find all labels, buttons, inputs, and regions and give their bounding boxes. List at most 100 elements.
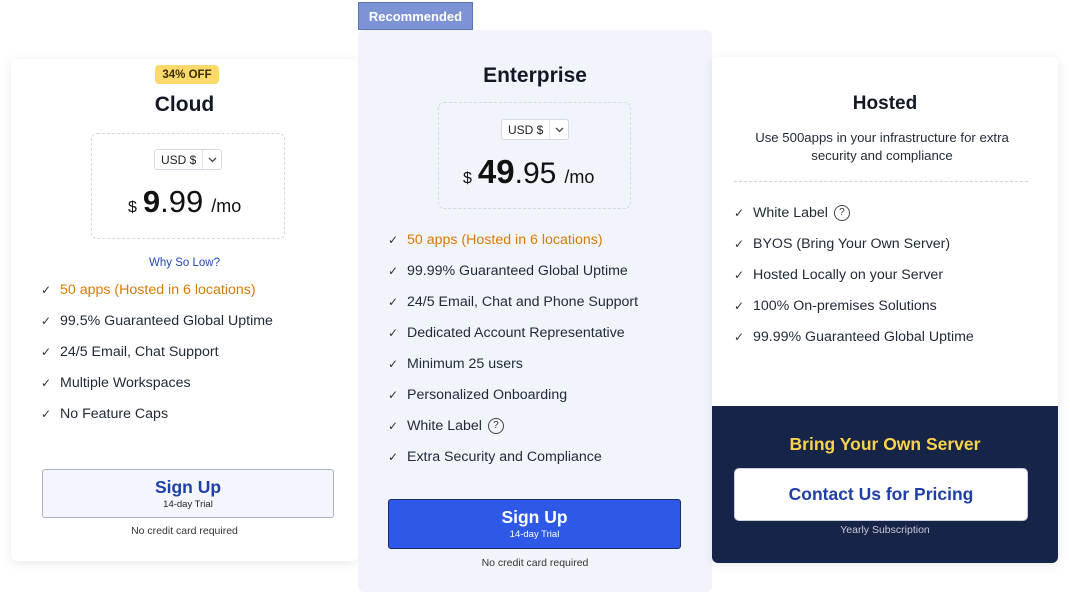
price-cents: .95 <box>514 157 557 190</box>
check-icon: ✓ <box>388 325 399 340</box>
check-icon: ✓ <box>734 298 745 313</box>
price-cloud: $ 9.99 /mo <box>128 184 241 220</box>
feature-label: Extra Security and Compliance <box>407 448 602 465</box>
price-period: /mo <box>211 196 242 216</box>
list-item: ✓ Minimum 25 users <box>388 348 638 379</box>
check-icon: ✓ <box>41 375 52 390</box>
feature-label: 99.99% Guaranteed Global Uptime <box>753 328 974 345</box>
byos-panel: Bring Your Own Server Contact Us for Pri… <box>712 406 1058 563</box>
check-icon: ✓ <box>388 263 399 278</box>
check-icon: ✓ <box>734 267 745 282</box>
plan-title-cloud: Cloud <box>154 93 215 116</box>
list-item: ✓ Extra Security and Compliance <box>388 441 638 472</box>
trial-label: 14-day Trial <box>163 498 213 510</box>
check-icon: ✓ <box>734 329 745 344</box>
check-icon: ✓ <box>41 344 52 359</box>
list-item: ✓ 99.99% Guaranteed Global Uptime <box>388 255 638 286</box>
list-item: ✓ 50 apps (Hosted in 6 locations) <box>41 274 273 305</box>
sign-up-button-cloud[interactable]: Sign Up 14-day Trial <box>42 469 334 518</box>
plan-title-enterprise: Enterprise <box>483 64 587 87</box>
trial-label: 14-day Trial <box>509 529 560 540</box>
check-icon: ✓ <box>388 356 399 371</box>
contact-us-button[interactable]: Contact Us for Pricing <box>734 468 1028 521</box>
chevron-down-icon <box>203 150 221 169</box>
feature-label: Hosted Locally on your Server <box>753 266 944 283</box>
currency-select-enterprise[interactable]: USD $ <box>501 119 570 140</box>
feature-label: Personalized Onboarding <box>407 386 568 403</box>
check-icon: ✓ <box>41 313 52 328</box>
feature-label: 24/5 Email, Chat and Phone Support <box>407 293 639 310</box>
list-item: ✓ 99.5% Guaranteed Global Uptime <box>41 305 273 336</box>
feature-label: No Feature Caps <box>60 405 169 422</box>
list-item: ✓ White Label? <box>734 197 974 228</box>
list-item: ✓ Dedicated Account Representative <box>388 317 638 348</box>
price-cents: .99 <box>160 184 204 219</box>
price-period: /mo <box>564 167 595 187</box>
list-item: ✓ Personalized Onboarding <box>388 379 638 410</box>
feature-label: Minimum 25 users <box>407 355 523 372</box>
check-icon: ✓ <box>41 406 52 421</box>
list-item: ✓ 99.99% Guaranteed Global Uptime <box>734 321 974 352</box>
list-item: ✓ BYOS (Bring Your Own Server) <box>734 228 974 259</box>
list-item: ✓ White Label? <box>388 410 638 441</box>
recommended-badge: Recommended <box>358 2 473 30</box>
sign-up-button-enterprise[interactable]: Sign Up 14-day Trial <box>388 499 681 549</box>
enterprise-plan-card: Enterprise USD $ $ 49.95 /mo ✓ 50 apps (H… <box>358 30 712 592</box>
question-circle-icon[interactable]: ? <box>833 204 850 221</box>
check-icon: ✓ <box>41 282 52 297</box>
feature-label: 99.5% Guaranteed Global Uptime <box>60 312 273 329</box>
check-icon: ✓ <box>734 205 745 220</box>
list-item: ✓ Hosted Locally on your Server <box>734 259 974 290</box>
price-integer: 9 <box>142 184 161 219</box>
divider <box>734 181 1028 182</box>
byos-title: Bring Your Own Server <box>789 434 981 454</box>
list-item: ✓ 24/5 Email, Chat Support <box>41 336 273 367</box>
check-icon: ✓ <box>388 294 399 309</box>
no-credit-card-note: No credit card required <box>131 525 238 537</box>
hosted-plan-card: Hosted Use 500apps in your infrastructur… <box>712 57 1058 563</box>
price-box-cloud: USD $ $ 9.99 /mo <box>91 133 285 239</box>
feature-list-hosted: ✓ White Label? ✓ BYOS (Bring Your Own Serv… <box>734 197 974 352</box>
feature-list-cloud: ✓ 50 apps (Hosted in 6 locations) ✓ 99.5% … <box>41 274 273 429</box>
currency-select-cloud[interactable]: USD $ <box>154 149 223 170</box>
sign-up-label: Sign Up <box>154 476 222 497</box>
price-box-enterprise: USD $ $ 49.95 /mo <box>438 102 631 209</box>
plan-title-hosted: Hosted <box>852 93 918 114</box>
list-item: ✓ 24/5 Email, Chat and Phone Support <box>388 286 638 317</box>
price-integer: 49 <box>477 153 515 190</box>
feature-label: 24/5 Email, Chat Support <box>60 343 219 360</box>
list-item: ✓ 50 apps (Hosted in 6 locations) <box>388 224 638 255</box>
question-circle-icon[interactable]: ? <box>487 417 504 434</box>
feature-label: 50 apps (Hosted in 6 locations) <box>407 231 603 248</box>
no-credit-card-note: No credit card required <box>481 557 589 569</box>
price-currency-symbol: $ <box>463 170 472 187</box>
check-icon: ✓ <box>388 418 399 433</box>
check-icon: ✓ <box>388 387 399 402</box>
sign-up-label: Sign Up <box>501 507 568 527</box>
feature-label: 99.99% Guaranteed Global Uptime <box>407 262 628 279</box>
feature-label: 50 apps (Hosted in 6 locations) <box>60 281 256 298</box>
list-item: ✓ 100% On-premises Solutions <box>734 290 974 321</box>
check-icon: ✓ <box>388 232 399 247</box>
cloud-plan-card: 34% OFF Cloud USD $ $ 9.99 /mo Why So Lo… <box>11 59 358 561</box>
hosted-description: Use 500apps in your infrastructure for e… <box>755 130 1009 163</box>
feature-label: White Label <box>753 204 828 221</box>
check-icon: ✓ <box>734 236 745 251</box>
feature-list-enterprise: ✓ 50 apps (Hosted in 6 locations) ✓ 99.99%… <box>388 224 638 472</box>
yearly-subscription-note: Yearly Subscription <box>840 524 930 536</box>
feature-label: Multiple Workspaces <box>60 374 191 391</box>
list-item: ✓ No Feature Caps <box>41 398 273 429</box>
feature-label: White Label <box>407 417 482 434</box>
currency-label: USD $ <box>502 120 551 139</box>
feature-label: BYOS (Bring Your Own Server) <box>753 235 951 252</box>
why-so-low-link[interactable]: Why So Low? <box>11 257 358 269</box>
list-item: ✓ Multiple Workspaces <box>41 367 273 398</box>
feature-label: Dedicated Account Representative <box>407 324 625 341</box>
chevron-down-icon <box>550 120 568 139</box>
price-enterprise: $ 49.95 /mo <box>463 153 594 191</box>
discount-badge: 34% OFF <box>155 65 219 84</box>
currency-label: USD $ <box>155 150 204 169</box>
check-icon: ✓ <box>388 449 399 464</box>
feature-label: 100% On-premises Solutions <box>753 297 937 314</box>
price-currency-symbol: $ <box>128 199 137 216</box>
